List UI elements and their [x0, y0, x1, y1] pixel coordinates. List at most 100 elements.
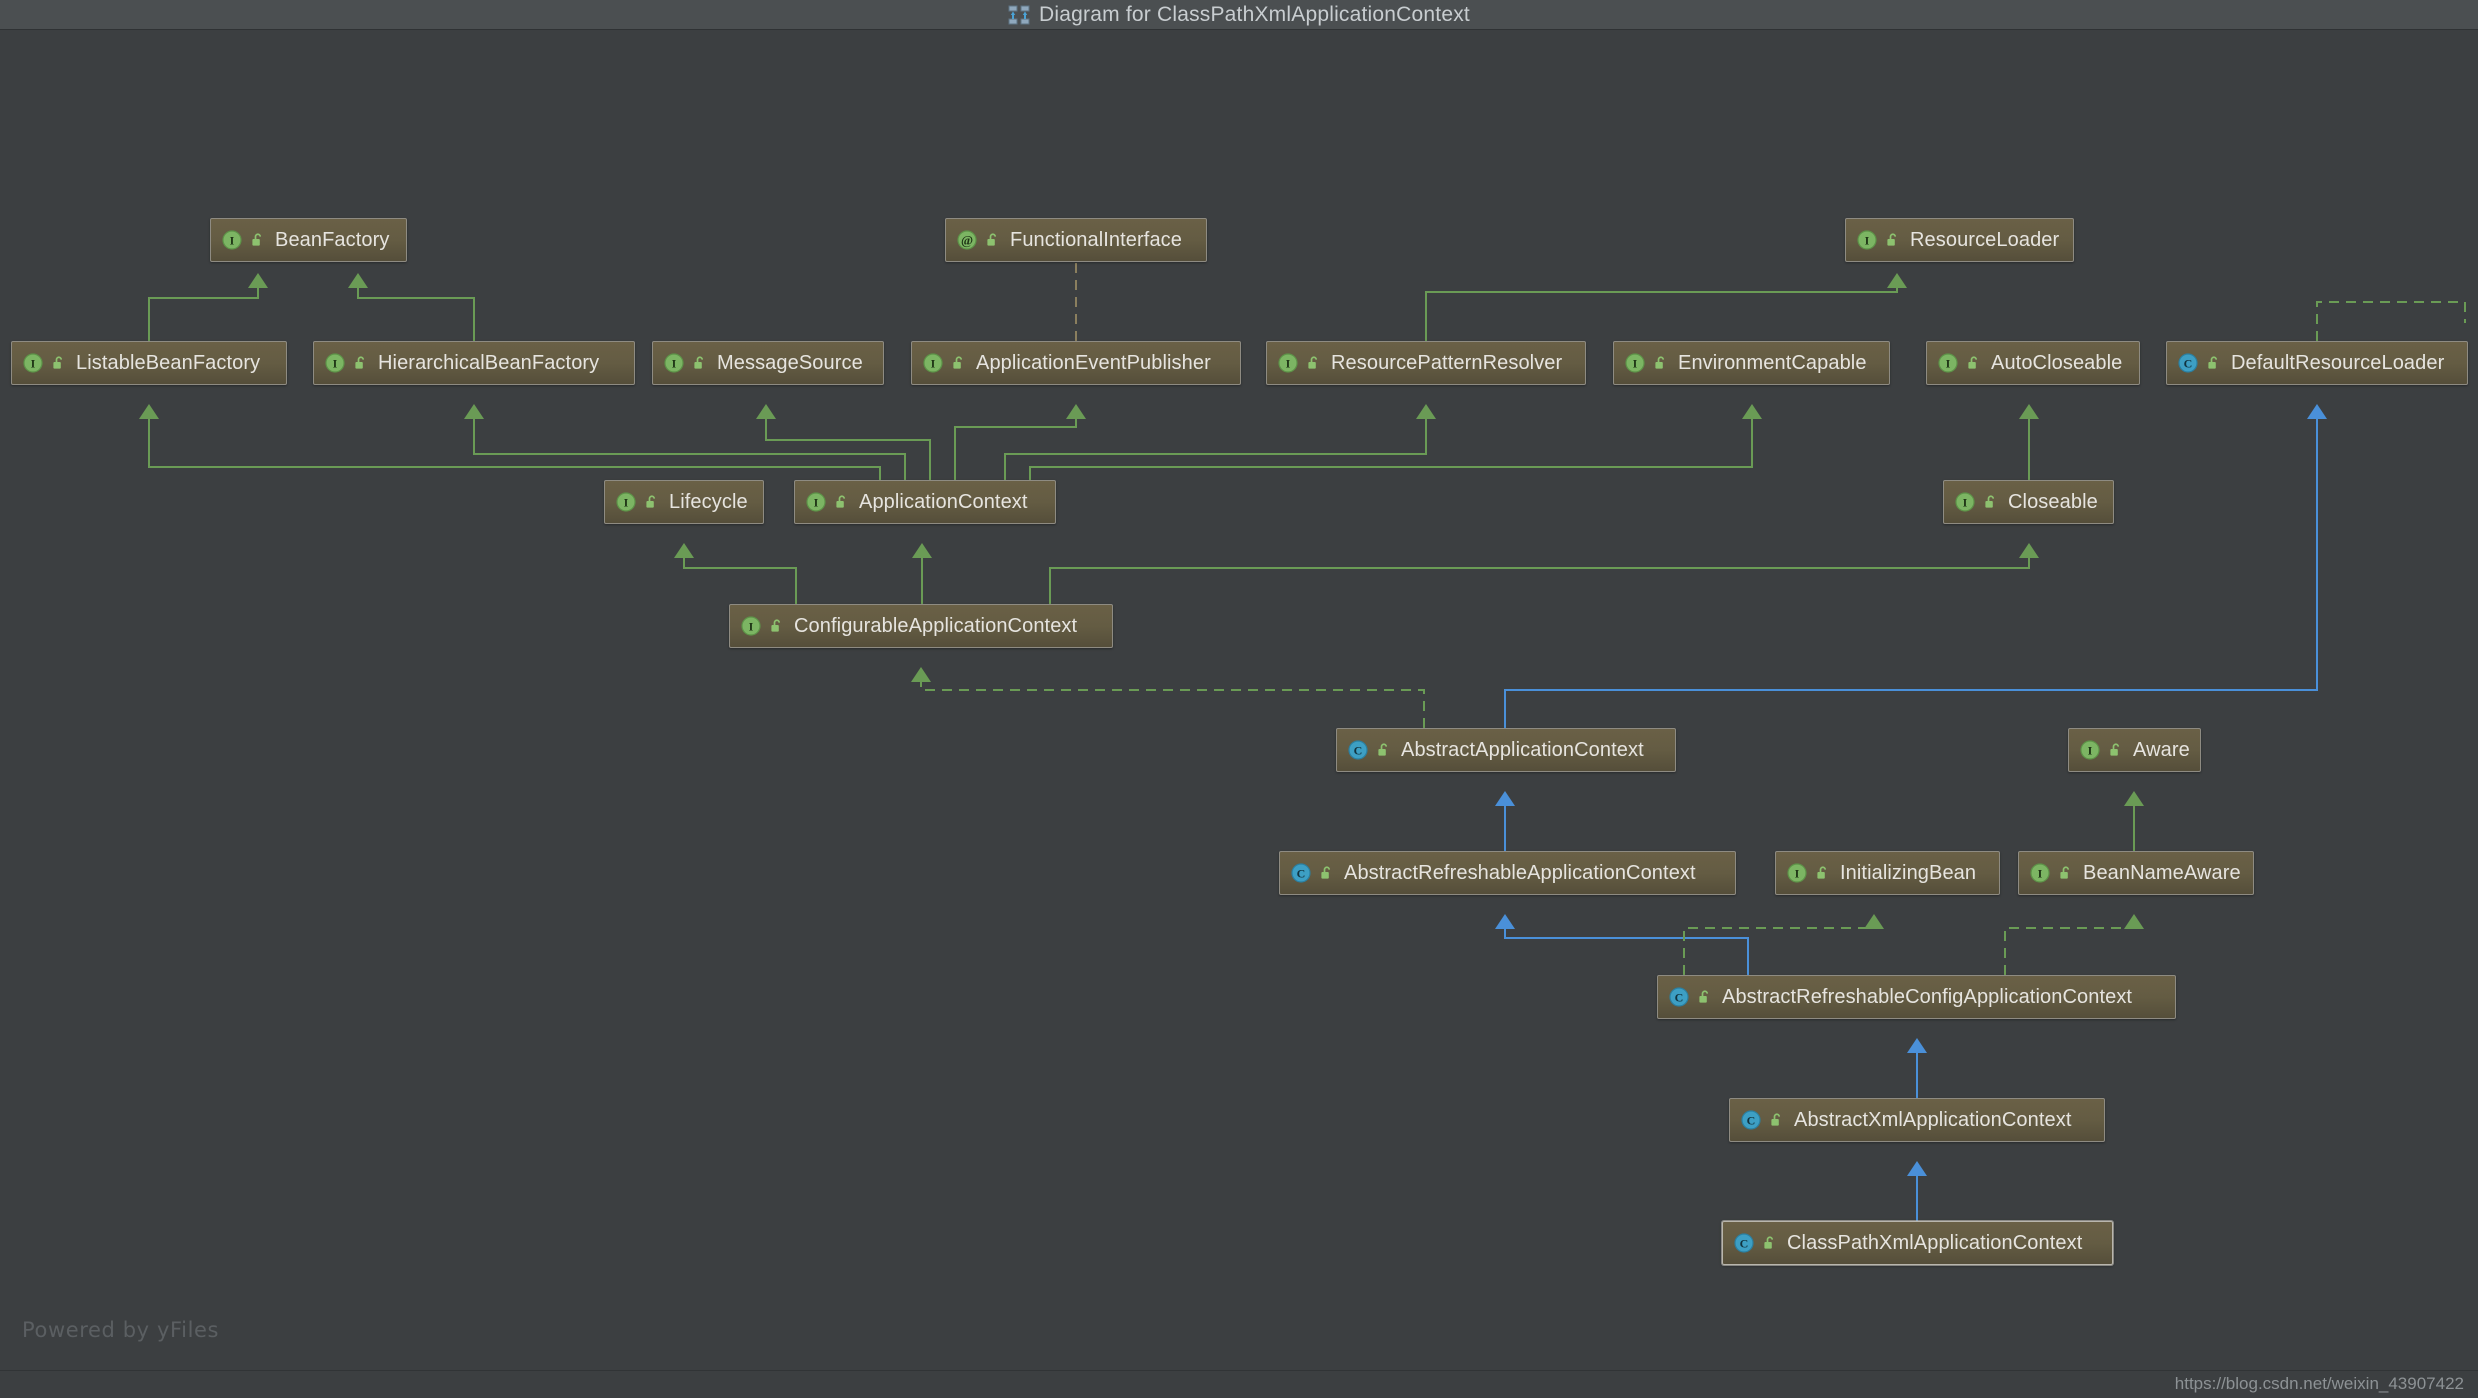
class-node-configurableapplicationcontext[interactable]: I ConfigurableApplicationContext: [729, 604, 1113, 648]
svg-text:I: I: [1946, 357, 1951, 371]
class-node-hierarchicalbeanfactory[interactable]: I HierarchicalBeanFactory: [313, 341, 635, 385]
svg-text:I: I: [31, 357, 36, 371]
arrowhead-e-appctx-envcap: [1742, 404, 1762, 419]
svg-text:C: C: [1747, 1114, 1756, 1128]
class-node-functionalinterface[interactable]: @ FunctionalInterface: [945, 218, 1207, 262]
arrowhead-e-cfgappctx-closeable: [2019, 543, 2039, 558]
arrowhead-e-listable-beanfactory: [248, 273, 268, 288]
arrowhead-e-beannameaware-aware: [2124, 791, 2144, 806]
svg-text:I: I: [749, 620, 754, 634]
class-icon: C: [1291, 863, 1311, 883]
class-node-label: AbstractApplicationContext: [1401, 739, 1644, 761]
svg-text:C: C: [1354, 744, 1363, 758]
class-node-resourcepatternresolver[interactable]: I ResourcePatternResolver: [1266, 341, 1586, 385]
arrowhead-e-absrefresh-absapp: [1495, 791, 1515, 806]
class-node-label: ListableBeanFactory: [76, 352, 261, 374]
class-node-beanfactory[interactable]: I BeanFactory: [210, 218, 407, 262]
interface-icon: I: [664, 353, 684, 373]
edge-e-appctx-listable: [148, 417, 881, 480]
class-node-environmentcapable[interactable]: I EnvironmentCapable: [1613, 341, 1890, 385]
arrowhead-e-cfgappctx-appctx: [912, 543, 932, 558]
public-visibility-icon: [2208, 356, 2218, 369]
class-node-applicationcontext[interactable]: I ApplicationContext: [794, 480, 1056, 524]
edge-e-absrcfg-absrefresh: [1504, 927, 1749, 975]
class-node-lifecycle[interactable]: I Lifecycle: [604, 480, 764, 524]
watermark-url: https://blog.csdn.net/weixin_43907422: [2174, 1374, 2464, 1393]
public-visibility-icon: [1985, 495, 1995, 508]
class-node-label: ResourcePatternResolver: [1331, 352, 1563, 374]
class-node-beannameaware[interactable]: I BeanNameAware: [2018, 851, 2254, 895]
class-node-resourceloader[interactable]: I ResourceLoader: [1845, 218, 2074, 262]
arrowhead-e-appctx-listable: [139, 404, 159, 419]
class-node-label: ApplicationEventPublisher: [976, 352, 1211, 374]
edge-e-absrcfg-beanname: [2004, 927, 2135, 975]
interface-icon: I: [1625, 353, 1645, 373]
class-node-label: EnvironmentCapable: [1678, 352, 1867, 374]
class-node-defaultresourceloader[interactable]: C DefaultResourceLoader: [2166, 341, 2468, 385]
edge-e-absrcfg-initbean: [1683, 927, 1875, 975]
svg-text:I: I: [333, 357, 338, 371]
class-node-label: AbstractRefreshableConfigApplicationCont…: [1722, 986, 2133, 1008]
class-node-autocloseable[interactable]: I AutoCloseable: [1926, 341, 2140, 385]
edge-e-hier-beanfactory: [357, 286, 475, 341]
public-visibility-icon: [987, 233, 997, 246]
class-icon: C: [2178, 353, 2198, 373]
svg-text:I: I: [1865, 234, 1870, 248]
class-node-abstractxmlapplicationcontext[interactable]: C AbstractXmlApplicationContext: [1729, 1098, 2105, 1142]
svg-text:C: C: [2184, 357, 2193, 371]
class-node-aware[interactable]: I Aware: [2068, 728, 2201, 772]
class-node-abstractapplicationcontext[interactable]: C AbstractApplicationContext: [1336, 728, 1676, 772]
public-visibility-icon: [1308, 356, 1318, 369]
class-node-classpathxmlapplicationcontext[interactable]: C ClassPathXmlApplicationContext: [1722, 1221, 2113, 1265]
edge-e-respattern-resloader: [1425, 286, 1898, 341]
edge-e-cfgappctx-lifecycle: [683, 556, 797, 604]
class-node-abstractrefreshableapplicationcontext[interactable]: C AbstractRefreshableApplicationContext: [1279, 851, 1736, 895]
class-node-label: BeanFactory: [275, 229, 390, 251]
diagram-canvas[interactable]: I BeanFactory @ FunctionalInterface I Resourc…: [0, 30, 2478, 1370]
svg-text:I: I: [624, 496, 629, 510]
public-visibility-icon: [53, 356, 63, 369]
public-visibility-icon: [1378, 743, 1388, 756]
class-node-listablebeanfactory[interactable]: I ListableBeanFactory: [11, 341, 287, 385]
class-node-initializingbean[interactable]: I InitializingBean: [1775, 851, 2000, 895]
interface-icon: I: [1278, 353, 1298, 373]
class-node-label: Lifecycle: [669, 491, 748, 513]
class-node-label: AbstractRefreshableApplicationContext: [1344, 862, 1696, 884]
public-visibility-icon: [1764, 1236, 1774, 1249]
arrowhead-e-absrcfg-initbean: [1864, 914, 1884, 929]
arrowhead-e-absappctx-cfgappctx: [911, 667, 931, 682]
svg-text:I: I: [230, 234, 235, 248]
arrowhead-e-respattern-resloader: [1887, 273, 1907, 288]
svg-text:I: I: [814, 496, 819, 510]
class-node-applicationeventpublisher[interactable]: I ApplicationEventPublisher: [911, 341, 1241, 385]
interface-icon: I: [325, 353, 345, 373]
svg-text:I: I: [1286, 357, 1291, 371]
interface-icon: I: [2080, 740, 2100, 760]
public-visibility-icon: [1771, 1113, 1781, 1126]
class-node-closeable[interactable]: I Closeable: [1943, 480, 2114, 524]
class-node-abstractrefreshableconfigapplicationcontext[interactable]: C AbstractRefreshableConfigApplicationCon…: [1657, 975, 2176, 1019]
svg-text:C: C: [1740, 1237, 1749, 1251]
interface-icon: I: [1857, 230, 1877, 250]
edge-e-cfgappctx-closeable: [1049, 556, 2030, 604]
class-node-messagesource[interactable]: I MessageSource: [652, 341, 884, 385]
interface-icon: I: [923, 353, 943, 373]
svg-text:I: I: [2088, 744, 2093, 758]
class-icon: C: [1348, 740, 1368, 760]
arrowhead-e-hier-beanfactory: [348, 273, 368, 288]
class-icon: C: [1741, 1110, 1761, 1130]
class-node-label: ConfigurableApplicationContext: [794, 615, 1078, 637]
arrowhead-e-absrcfg-beanname: [2124, 914, 2144, 929]
diagram-window: Diagram for ClassPathXmlApplicationConte…: [0, 0, 2478, 1398]
arrowhead-e-absrcfg-absrefresh: [1495, 914, 1515, 929]
public-visibility-icon: [1887, 233, 1897, 246]
svg-text:C: C: [1297, 867, 1306, 881]
arrowhead-e-cfgappctx-lifecycle: [674, 543, 694, 558]
class-node-label: ApplicationContext: [859, 491, 1028, 513]
interface-icon: I: [1955, 492, 1975, 512]
interface-icon: I: [1787, 863, 1807, 883]
svg-text:I: I: [672, 357, 677, 371]
public-visibility-icon: [2110, 743, 2120, 756]
public-visibility-icon: [771, 619, 781, 632]
public-visibility-icon: [646, 495, 656, 508]
